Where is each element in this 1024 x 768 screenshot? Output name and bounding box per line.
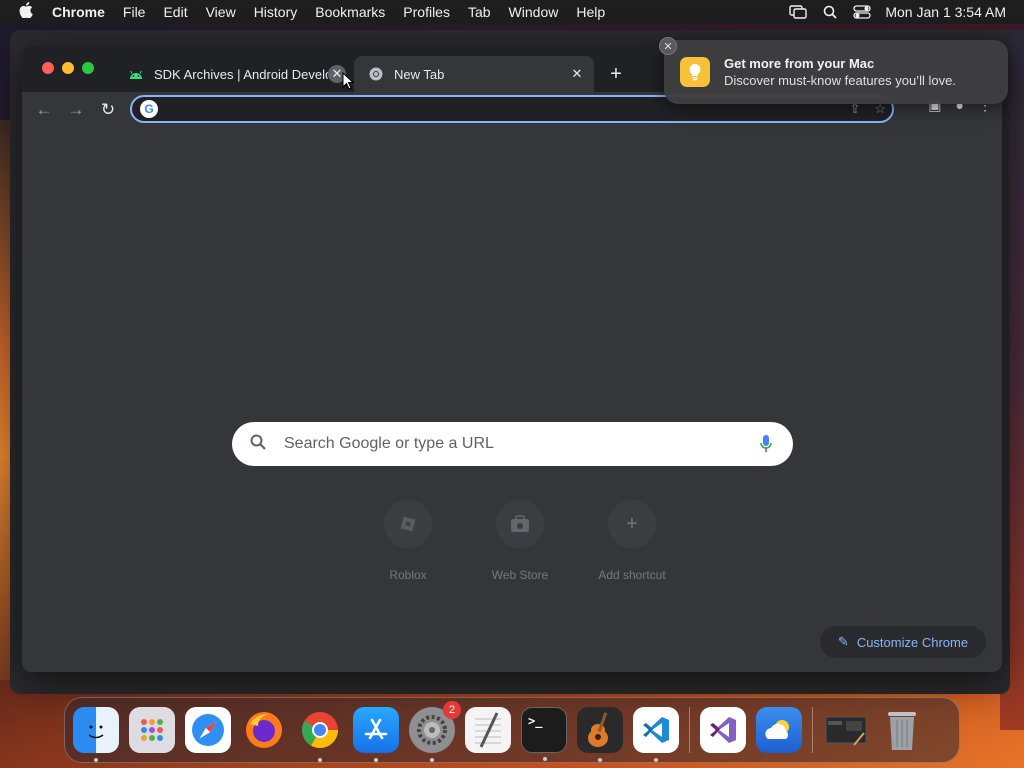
- search-placeholder: Search Google or type a URL: [284, 435, 494, 452]
- screen-mirroring-icon[interactable]: [789, 5, 808, 19]
- roblox-icon: [384, 500, 432, 548]
- notification-body: Discover must-know features you’ll love.: [724, 73, 956, 88]
- dock-launchpad-icon[interactable]: [129, 707, 175, 753]
- menu-edit[interactable]: Edit: [163, 4, 187, 20]
- tab-title: SDK Archives | Android Develo: [154, 66, 328, 82]
- forward-arrow-icon[interactable]: →: [60, 96, 92, 124]
- back-arrow-icon[interactable]: ←: [28, 96, 60, 124]
- dock-terminal-icon[interactable]: >_: [521, 707, 567, 761]
- dock-safari-icon[interactable]: [185, 707, 231, 753]
- voice-search-mic-icon[interactable]: [759, 434, 773, 454]
- menu-file[interactable]: File: [123, 4, 146, 20]
- menu-bookmarks[interactable]: Bookmarks: [315, 4, 385, 20]
- dock-visual-studio-icon[interactable]: [700, 707, 746, 753]
- menu-help[interactable]: Help: [576, 4, 605, 20]
- window-minimize-button[interactable]: [62, 62, 74, 74]
- menu-view[interactable]: View: [206, 4, 236, 20]
- spotlight-search-icon[interactable]: [821, 5, 839, 19]
- dock-trash-icon[interactable]: [879, 707, 925, 753]
- window-close-button[interactable]: [42, 62, 54, 74]
- menu-profiles[interactable]: Profiles: [403, 4, 450, 20]
- google-search-box[interactable]: Search Google or type a URL: [232, 422, 793, 466]
- menu-app-name[interactable]: Chrome: [52, 4, 105, 20]
- notification-title: Get more from your Mac: [724, 56, 875, 71]
- mouse-cursor-icon: [342, 72, 354, 90]
- android-icon: [128, 66, 144, 82]
- menu-window[interactable]: Window: [509, 4, 559, 20]
- tab-title: New Tab: [394, 66, 445, 82]
- dock-chrome-icon[interactable]: [297, 707, 343, 762]
- dock-finder-icon[interactable]: [73, 707, 119, 762]
- dock-vscode-icon[interactable]: [633, 707, 679, 762]
- dock-garageband-icon[interactable]: [577, 707, 623, 762]
- tab-close-icon[interactable]: ✕: [568, 65, 586, 83]
- chrome-window: SDK Archives | Android Develo ✕ New Tab …: [22, 46, 1002, 672]
- search-icon: [250, 434, 270, 455]
- shortcut-label: Web Store: [491, 568, 549, 582]
- chrome-icon: [368, 66, 384, 82]
- menu-history[interactable]: History: [254, 4, 298, 20]
- shortcut-label: Add shortcut: [598, 568, 666, 582]
- reload-icon[interactable]: ↻: [92, 96, 124, 124]
- plus-icon: +: [608, 500, 656, 548]
- dock-firefox-icon[interactable]: [241, 707, 287, 753]
- dock-separator: [689, 707, 690, 753]
- dock-app-store-icon[interactable]: [353, 707, 399, 762]
- menu-tab[interactable]: Tab: [468, 4, 491, 20]
- customize-label: Customize Chrome: [856, 634, 969, 650]
- control-center-icon[interactable]: [853, 5, 872, 19]
- shortcut-label: Roblox: [389, 568, 427, 582]
- dock-textedit-icon[interactable]: [465, 707, 511, 753]
- dock-preview-window-icon[interactable]: [823, 707, 869, 753]
- notification-badge: 2: [443, 701, 461, 719]
- new-tab-button[interactable]: +: [604, 62, 628, 86]
- webstore-icon: [496, 500, 544, 548]
- pencil-icon: ✎: [837, 634, 849, 649]
- window-controls: [42, 62, 94, 74]
- apple-menu-icon[interactable]: [0, 2, 52, 22]
- google-g-icon: G: [140, 100, 158, 118]
- dock-weather-icon[interactable]: [756, 707, 802, 753]
- shortcut-tiles: Roblox Web Store + Add shortcut: [368, 500, 672, 582]
- shortcut-add[interactable]: + Add shortcut: [592, 500, 672, 582]
- tab-sdk-archives[interactable]: SDK Archives | Android Develo ✕: [116, 56, 354, 92]
- window-fullscreen-button[interactable]: [82, 62, 94, 74]
- dock-separator: [812, 707, 813, 753]
- menu-bar: Chrome File Edit View History Bookmarks …: [0, 0, 1024, 24]
- tab-new-tab[interactable]: New Tab ✕: [354, 56, 594, 92]
- customize-chrome-button[interactable]: ✎ Customize Chrome: [820, 626, 986, 658]
- notification-banner[interactable]: Get more from your Mac Discover must-kno…: [664, 40, 1008, 104]
- shortcut-web-store[interactable]: Web Store: [480, 500, 560, 582]
- menu-clock[interactable]: Mon Jan 1 3:54 AM: [885, 4, 1006, 20]
- lightbulb-icon: [680, 57, 710, 87]
- dock-system-settings-icon[interactable]: 2: [409, 701, 461, 762]
- shortcut-roblox[interactable]: Roblox: [368, 500, 448, 582]
- notification-close-icon[interactable]: ✕: [659, 37, 677, 55]
- dock: 2 >_: [64, 697, 960, 763]
- new-tab-page: Search Google or type a URL Roblox Web S…: [22, 128, 1002, 672]
